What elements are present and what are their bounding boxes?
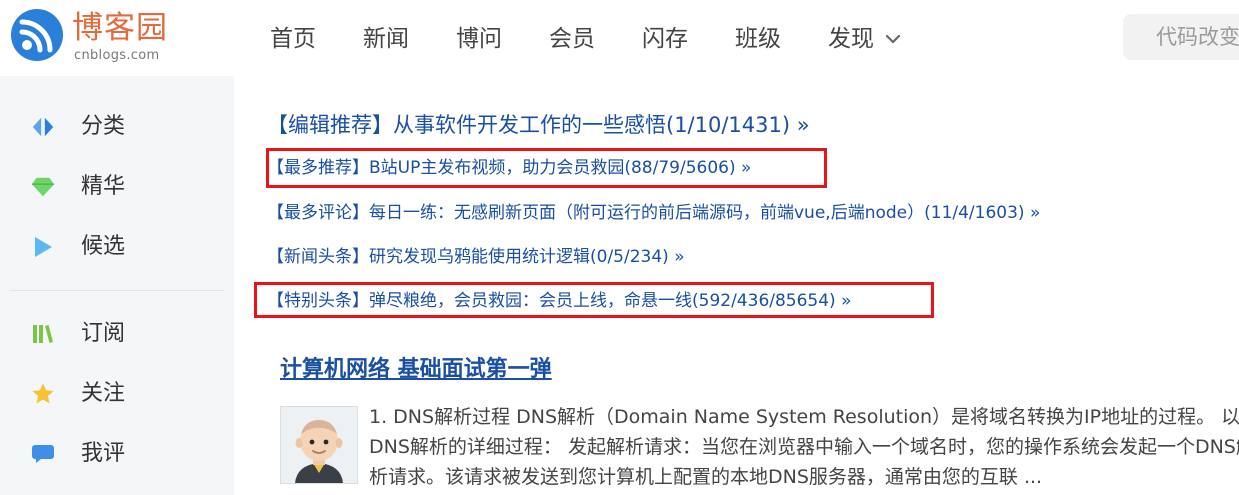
chevron-down-icon xyxy=(885,34,901,44)
nav-home[interactable]: 首页 xyxy=(270,22,316,56)
nav-news[interactable]: 新闻 xyxy=(363,22,409,56)
summary-line: 1. DNS解析过程 DNS解析（Domain Name System Reso… xyxy=(369,406,1239,428)
main-content: 【编辑推荐】从事软件开发工作的一些感悟(1/10/1431) » 【最多推荐】B… xyxy=(234,76,1239,495)
headline-news-top[interactable]: 【新闻头条】研究发现乌鸦能使用统计逻辑(0/5/234) » xyxy=(267,245,685,269)
play-icon xyxy=(31,235,55,259)
brand-domain: cnblogs.com xyxy=(74,48,160,63)
nav-flash[interactable]: 闪存 xyxy=(642,22,688,56)
sidebar: 分类 精华 候选 订阅 关注 我评 xyxy=(0,76,234,495)
sidebar-divider xyxy=(10,290,224,291)
category-icon xyxy=(31,115,55,139)
site-logo[interactable]: 博客园 cnblogs.com xyxy=(10,8,170,68)
author-avatar[interactable] xyxy=(280,406,358,484)
sidebar-item-subscribe[interactable]: 订阅 xyxy=(0,310,234,358)
sidebar-item-label: 分类 xyxy=(81,114,126,139)
nav-class[interactable]: 班级 xyxy=(735,22,781,56)
top-header: 博客园 cnblogs.com 首页 新闻 博问 会员 闪存 班级 发现 xyxy=(0,0,1239,76)
main-nav: 首页 新闻 博问 会员 闪存 班级 发现 xyxy=(270,22,949,56)
search-box[interactable] xyxy=(1123,14,1239,60)
sidebar-item-category[interactable]: 分类 xyxy=(0,103,234,151)
rss-logo-icon xyxy=(11,9,63,61)
brand-name: 博客园 xyxy=(72,10,168,46)
avatar-illustration xyxy=(281,407,357,483)
search-input[interactable] xyxy=(1123,14,1239,60)
sidebar-item-label: 订阅 xyxy=(81,321,126,346)
sidebar-item-candidate[interactable]: 候选 xyxy=(0,223,234,271)
sidebar-item-follow[interactable]: 关注 xyxy=(0,370,234,418)
sidebar-item-label: 候选 xyxy=(81,234,126,259)
summary-line: 析请求。该请求被发送到您计算机上配置的本地DNS服务器，通常由您的互联 ... xyxy=(369,466,1043,488)
nav-discover-label: 发现 xyxy=(828,26,874,52)
sidebar-item-my-comments[interactable]: 我评 xyxy=(0,430,234,478)
post-summary: 1. DNS解析过程 DNS解析（Domain Name System Reso… xyxy=(369,402,1239,492)
star-icon xyxy=(31,382,55,406)
nav-discover[interactable]: 发现 xyxy=(828,22,902,56)
sidebar-item-label: 我评 xyxy=(81,441,126,466)
sidebar-item-label: 精华 xyxy=(81,174,126,199)
post-title[interactable]: 计算机网络 基础面试第一弹 xyxy=(280,355,552,385)
sidebar-item-featured[interactable]: 精华 xyxy=(0,163,234,211)
gem-icon xyxy=(31,175,55,199)
headline-editor-pick[interactable]: 【编辑推荐】从事软件开发工作的一些感悟(1/10/1431) » xyxy=(267,111,810,139)
comment-icon xyxy=(31,442,55,466)
sidebar-item-label: 关注 xyxy=(81,381,126,406)
books-icon xyxy=(31,322,55,346)
headline-most-commented[interactable]: 【最多评论】每日一练：无感刷新页面（附可运行的前后端源码，前端vue,后端nod… xyxy=(267,201,1040,225)
nav-questions[interactable]: 博问 xyxy=(456,22,502,56)
highlight-box xyxy=(266,148,827,188)
highlight-box xyxy=(254,282,934,318)
summary-line: DNS解析的详细过程： 发起解析请求：当您在浏览器中输入一个域名时，您的操作系统… xyxy=(369,436,1239,458)
nav-vip[interactable]: 会员 xyxy=(549,22,595,56)
